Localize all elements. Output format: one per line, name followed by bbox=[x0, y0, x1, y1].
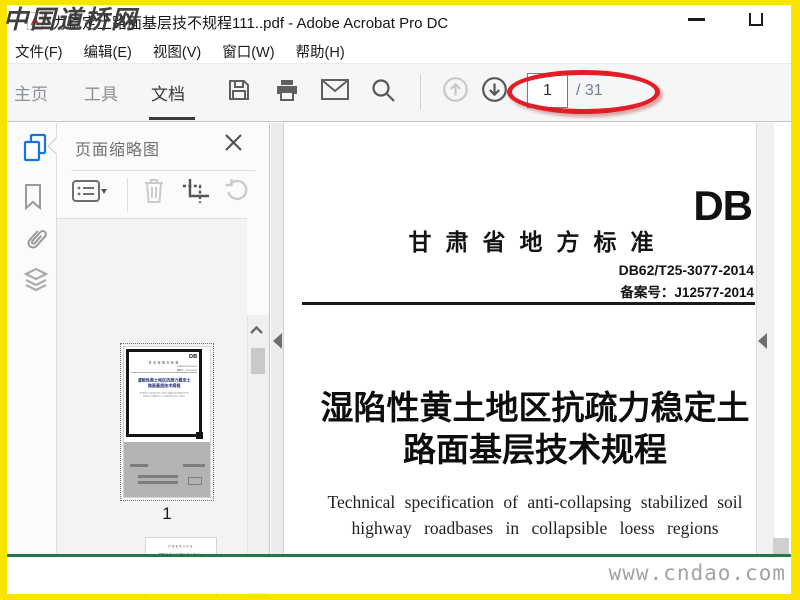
trash-icon bbox=[143, 177, 165, 209]
print-icon bbox=[274, 77, 300, 108]
menu-file[interactable]: 文件(F) bbox=[15, 41, 63, 62]
delete-pages-button[interactable] bbox=[139, 179, 169, 207]
doc-standard-number: DB62/T25-3077-2014 bbox=[618, 262, 754, 278]
thumbnail-page-1-label: 1 bbox=[162, 504, 172, 523]
page-up-icon bbox=[442, 76, 469, 108]
scrollbar-corner-block bbox=[773, 538, 789, 554]
visible-area-resize-handle[interactable] bbox=[196, 432, 203, 439]
screenshot-root: 力稳定土路面基层技不规程111..pdf - Adobe Acrobat Pro… bbox=[0, 0, 800, 600]
vertical-scroll-thumb[interactable] bbox=[251, 348, 265, 374]
rotate-icon bbox=[224, 178, 249, 208]
panel-divider bbox=[71, 170, 255, 171]
thumbnails-list: DB 甘肃省地方标准 DB62/T25-3077-2014 备案号：J12577… bbox=[57, 219, 269, 600]
active-tab-underline bbox=[149, 117, 195, 120]
doc-standard-header: 甘肃省地方标准 bbox=[408, 230, 668, 255]
menu-window[interactable]: 窗口(W) bbox=[222, 41, 274, 62]
doc-english-subtitle-line1: Technical specification of anti-collapsi… bbox=[327, 492, 743, 512]
doc-title-line1: 湿陷性黄土地区抗疏力稳定土 bbox=[320, 391, 750, 427]
collapse-left-panel-arrow-icon[interactable] bbox=[273, 333, 282, 349]
sidebar-item-attachments[interactable] bbox=[22, 223, 50, 260]
toolbar-separator bbox=[420, 75, 421, 109]
sidebar-item-page-thumbnails[interactable] bbox=[22, 133, 48, 168]
page-down-icon bbox=[481, 76, 508, 108]
navigation-icon-strip bbox=[7, 123, 57, 554]
menu-edit[interactable]: 编辑(E) bbox=[84, 41, 132, 62]
menu-bar: 文件(F) 编辑(E) 视图(V) 窗口(W) 帮助(H) bbox=[7, 40, 791, 63]
panel-toolbar-separator bbox=[127, 178, 128, 212]
layers-icon bbox=[22, 267, 50, 298]
sidebar-item-layers[interactable] bbox=[22, 266, 50, 299]
search-icon bbox=[370, 77, 396, 108]
thumbnail-page-1[interactable]: DB 甘肃省地方标准 DB62/T25-3077-2014 备案号：J12577… bbox=[120, 343, 214, 501]
options-icon bbox=[72, 179, 108, 208]
crop-pages-icon bbox=[182, 178, 210, 209]
previous-page-button[interactable] bbox=[441, 76, 469, 108]
rotate-pages-button[interactable] bbox=[221, 179, 251, 207]
next-page-button[interactable] bbox=[480, 76, 508, 108]
panel-title: 页面缩略图 bbox=[75, 142, 161, 159]
thumbnail-page-1-preview: DB 甘肃省地方标准 DB62/T25-3077-2014 备案号：J12577… bbox=[124, 347, 210, 497]
tab-document[interactable]: 文档 bbox=[151, 80, 185, 105]
tab-home[interactable]: 主页 bbox=[14, 80, 48, 105]
email-button[interactable] bbox=[321, 78, 349, 106]
doc-record-number: 备案号：J12577-2014 bbox=[620, 285, 754, 300]
thumbnail-hidden-area-overlay bbox=[124, 442, 210, 497]
panel-close-button[interactable] bbox=[223, 134, 243, 156]
attachments-icon bbox=[22, 230, 50, 259]
minimize-button[interactable] bbox=[688, 18, 705, 21]
search-button[interactable] bbox=[369, 78, 397, 106]
doc-english-subtitle-line2: highway roadbases in collapsible loess r… bbox=[351, 518, 719, 538]
site-watermark-bottom: www.cndao.com bbox=[608, 561, 786, 585]
menu-view[interactable]: 视图(V) bbox=[153, 41, 201, 62]
site-watermark-top: 中国道桥网 bbox=[3, 5, 139, 34]
scroll-up-arrow-icon[interactable] bbox=[249, 325, 264, 335]
page-thumbnails-panel: 页面缩略图 DB 甘肃省地方标准 DB62/T25-3077-2014 备案号：… bbox=[57, 123, 270, 600]
red-ellipse-annotation bbox=[507, 70, 660, 114]
bookmarks-icon bbox=[22, 184, 44, 214]
crop-pages-button[interactable] bbox=[181, 178, 211, 209]
save-button[interactable] bbox=[225, 78, 253, 106]
sidebar-item-bookmarks[interactable] bbox=[22, 183, 44, 215]
thumbnail-visible-area-box[interactable]: DB 甘肃省地方标准 DB62/T25-3077-2014 备案号：J12577… bbox=[126, 349, 202, 437]
doc-horizontal-rule bbox=[302, 302, 755, 305]
save-icon bbox=[226, 77, 252, 108]
doc-title-line2: 路面基层技术规程 bbox=[403, 433, 667, 469]
thumbnail-options-button[interactable] bbox=[71, 179, 109, 207]
doc-db-mark: DB bbox=[693, 182, 753, 229]
main-toolbar: 主页 工具 文档 / 31 bbox=[7, 63, 791, 122]
maximize-button[interactable] bbox=[749, 13, 763, 26]
tab-tools[interactable]: 工具 bbox=[84, 80, 118, 105]
close-icon bbox=[224, 134, 242, 156]
page-thumbnails-icon bbox=[22, 133, 48, 167]
print-button[interactable] bbox=[273, 78, 301, 106]
email-icon bbox=[321, 78, 349, 106]
collapse-right-panel-arrow-icon[interactable] bbox=[758, 333, 767, 349]
menu-help[interactable]: 帮助(H) bbox=[296, 41, 345, 62]
pdf-page[interactable]: DB 甘肃省地方标准 DB62/T25-3077-2014 备案号：J12577… bbox=[284, 123, 756, 554]
